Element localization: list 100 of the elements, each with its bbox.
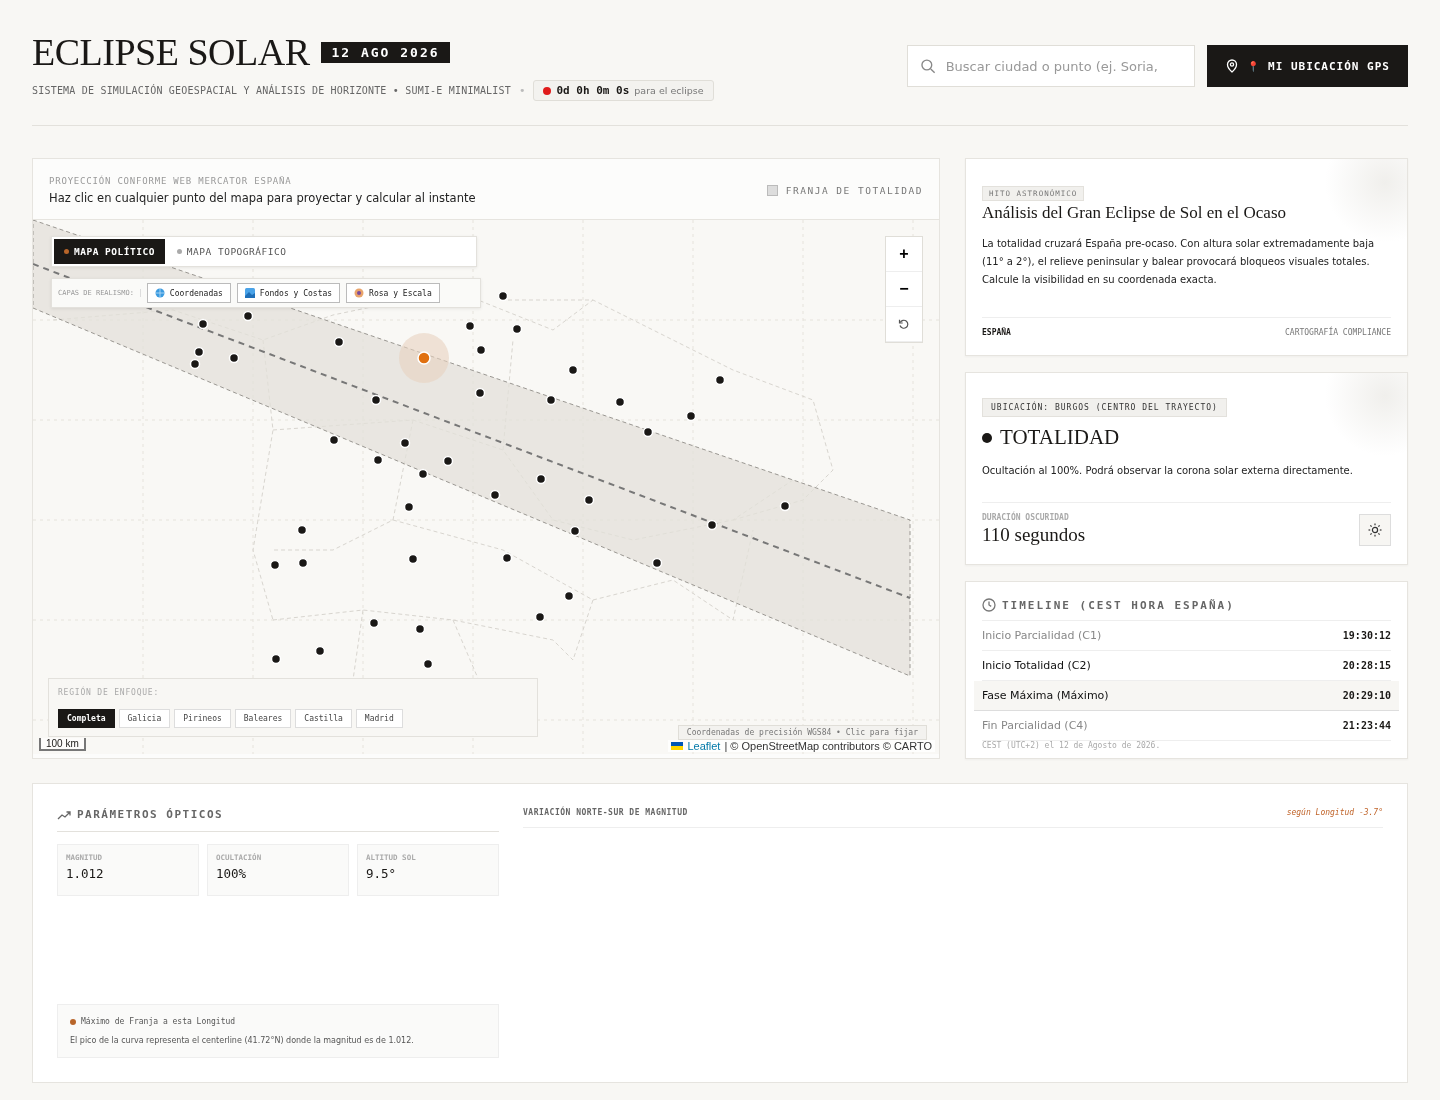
countdown-label: para el eclipse <box>634 85 704 96</box>
city-marker[interactable] <box>501 552 513 564</box>
city-marker[interactable] <box>651 557 663 569</box>
city-marker[interactable] <box>497 290 509 302</box>
region-button[interactable]: Madrid <box>355 709 403 728</box>
city-marker[interactable] <box>333 336 345 348</box>
city-marker[interactable] <box>189 358 201 370</box>
region-button[interactable]: Galicia <box>118 709 171 728</box>
city-marker[interactable] <box>197 318 209 330</box>
event-time: 20:29:10 <box>1342 690 1391 701</box>
map-type-tab[interactable]: MAPA TOPOGRÁFICO <box>166 239 297 264</box>
timeline-title: TIMELINE (CEST HORA ESPAÑA) <box>1002 598 1235 612</box>
city-marker[interactable] <box>370 394 382 406</box>
city-marker[interactable] <box>403 501 415 513</box>
city-marker[interactable] <box>296 524 308 536</box>
city-marker[interactable] <box>489 489 501 501</box>
optics-title: PARÁMETROS ÓPTICOS <box>77 808 224 821</box>
city-marker[interactable] <box>328 434 340 446</box>
leaflet-link[interactable]: Leaflet <box>687 740 721 752</box>
city-marker[interactable] <box>511 323 523 335</box>
scale-bar: 100 km <box>39 738 86 751</box>
layer-button[interactable]: Coordenadas <box>146 283 231 303</box>
city-marker[interactable] <box>193 346 205 358</box>
map-type-tab[interactable]: MAPA POLÍTICO <box>54 239 165 264</box>
page-title: ECLIPSE SOLAR <box>32 30 310 74</box>
city-marker[interactable] <box>779 500 791 512</box>
city-marker[interactable] <box>228 352 240 364</box>
milestone-title: Análisis del Gran Eclipse de Sol en el Ocaso <box>982 203 1288 223</box>
city-marker[interactable] <box>563 590 575 602</box>
legend-label: FRANJA DE TOTALIDAD <box>785 185 923 196</box>
city-marker[interactable] <box>583 494 595 506</box>
region-button[interactable]: Castilla <box>295 709 352 728</box>
event-time: 19:30:12 <box>1342 630 1391 641</box>
city-marker[interactable] <box>685 410 697 422</box>
date-badge: 12 AGO 2026 <box>321 41 450 63</box>
search-icon <box>920 58 936 74</box>
city-marker[interactable] <box>534 611 546 623</box>
globe-icon <box>154 288 165 298</box>
status-description: Ocultación al 100%. Podrá observar la corona solar externa directamente. <box>982 464 1354 478</box>
city-marker[interactable] <box>269 559 281 571</box>
search-field[interactable]: Buscar ciudad o punto (ej. Soria, <box>907 45 1195 87</box>
city-marker[interactable] <box>372 454 384 466</box>
stat-value: 1.012 <box>66 866 105 881</box>
subtitle: SISTEMA DE SIMULACIÓN GEOESPACIAL Y ANÁLISIS DE HORIZONTE • SUMI-E MINIMALIST <box>32 85 511 96</box>
layer-button[interactable]: Rosa y Escala <box>346 283 440 303</box>
live-dot-icon <box>543 86 552 95</box>
compliance-label: CARTOGRAFÍA COMPLIANCE <box>1285 328 1391 337</box>
city-marker[interactable] <box>475 344 487 356</box>
flag-icon <box>671 742 684 750</box>
city-marker[interactable] <box>417 468 429 480</box>
status-title: TOTALIDAD <box>1000 425 1120 450</box>
search-input[interactable]: Buscar ciudad o punto (ej. Soria, <box>943 57 1182 75</box>
gps-button[interactable]: 📍 MI UBICACIÓN GPS <box>1207 45 1408 87</box>
region-button[interactable]: Baleares <box>234 709 292 728</box>
city-marker[interactable] <box>414 623 426 635</box>
city-marker[interactable] <box>474 387 486 399</box>
clock-icon <box>982 598 996 612</box>
stat-value: 100% <box>216 866 248 881</box>
city-marker[interactable] <box>535 473 547 485</box>
trend-icon <box>57 809 71 820</box>
city-marker[interactable] <box>422 658 434 670</box>
city-marker[interactable] <box>399 437 411 449</box>
region-button[interactable]: Completa <box>58 709 115 728</box>
landscape-icon <box>244 288 255 298</box>
info-text: El pico de la curva representa el centerline (41.72°N) donde la magnitud es de 1.012. <box>70 1036 415 1045</box>
bullet-icon <box>70 1018 76 1025</box>
event-label: Fin Parcialidad (C4) <box>982 719 1088 732</box>
region-button[interactable]: Pirineos <box>174 709 231 728</box>
city-marker[interactable] <box>442 455 454 467</box>
duration-label: DURACIÓN OSCURIDAD <box>982 513 1070 522</box>
city-marker[interactable] <box>314 645 326 657</box>
sun-button[interactable] <box>1359 514 1391 546</box>
city-marker[interactable] <box>407 553 419 565</box>
event-label: Inicio Totalidad (C2) <box>982 659 1091 672</box>
city-marker[interactable] <box>270 653 282 665</box>
sun-icon <box>1368 523 1382 537</box>
separator: • <box>519 84 526 97</box>
city-marker[interactable] <box>368 617 380 629</box>
layer-button[interactable]: Fondos y Costas <box>236 283 341 303</box>
attribution-text: | © OpenStreetMap contributors © CARTO <box>724 740 932 752</box>
city-marker[interactable] <box>567 364 579 376</box>
city-marker[interactable] <box>714 374 726 386</box>
status-dot-icon <box>982 432 992 443</box>
location-pin-icon <box>1225 59 1239 73</box>
city-marker[interactable] <box>569 525 581 537</box>
city-marker[interactable] <box>242 310 254 322</box>
city-marker[interactable] <box>297 557 309 569</box>
reset-icon <box>898 318 910 330</box>
city-marker[interactable] <box>545 394 557 406</box>
city-marker[interactable] <box>642 426 654 438</box>
city-marker[interactable] <box>464 320 476 332</box>
chart-note: según Longitud -3.7° <box>1286 808 1383 817</box>
region-label: REGIÓN DE ENFOQUE: <box>58 688 161 697</box>
city-marker[interactable] <box>614 396 626 408</box>
city-marker[interactable] <box>706 519 718 531</box>
event-label: Inicio Parcialidad (C1) <box>982 629 1102 642</box>
projection-label: PROYECCIÓN CONFORME WEB MERCATOR ESPAÑA <box>49 176 293 186</box>
event-time: 20:28:15 <box>1342 660 1391 671</box>
country-label: ESPAÑA <box>982 328 1011 337</box>
selected-point-marker[interactable] <box>399 333 449 383</box>
